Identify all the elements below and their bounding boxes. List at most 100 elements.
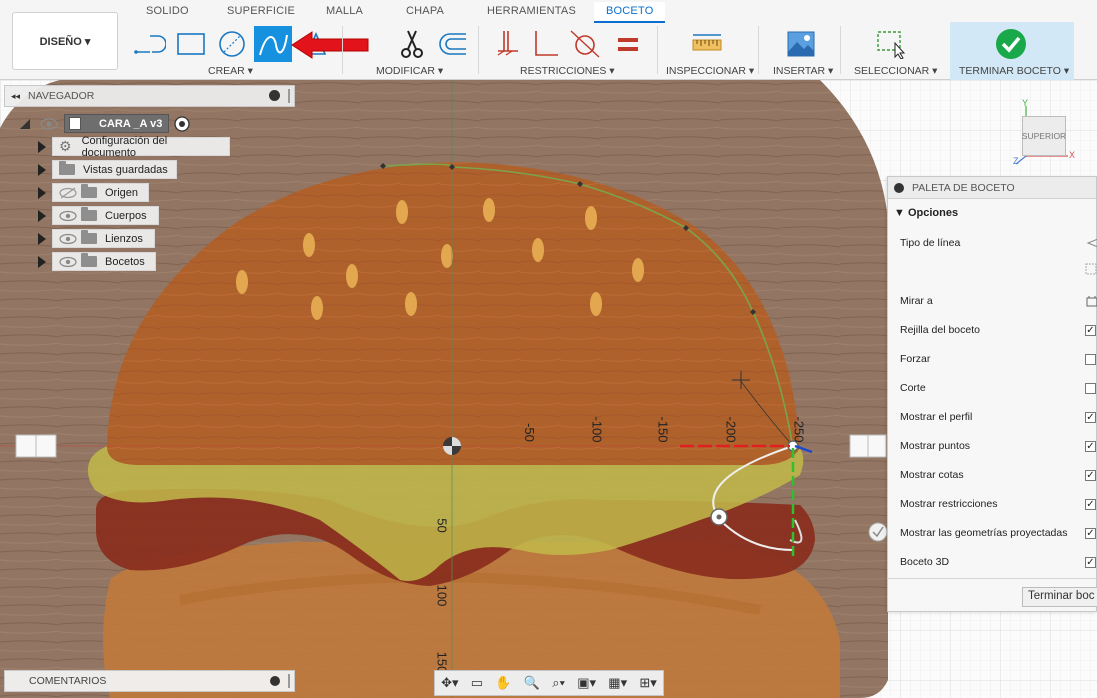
activate-radio-icon[interactable] (173, 115, 191, 133)
show-profile-checkbox[interactable]: ✓ (1085, 411, 1096, 423)
expand-triangle-icon[interactable] (38, 163, 46, 176)
sketch-palette[interactable]: PALETA DE BOCETO ▼ Opciones Tipo de líne… (887, 176, 1097, 612)
trim-tool[interactable] (392, 26, 430, 62)
tab-superficie[interactable]: SUPERFICIE (227, 5, 295, 17)
tab-herramientas[interactable]: HERRAMIENTAS (487, 5, 576, 17)
look-at-icon[interactable]: ▭ (471, 675, 483, 691)
finish-sketch-button[interactable] (992, 26, 1030, 62)
option-show-projected[interactable]: Mostrar las geometrías proyectadas ✓ (900, 523, 1097, 543)
coincident-constraint-tool[interactable] (490, 26, 528, 62)
palette-header[interactable]: PALETA DE BOCETO (888, 177, 1096, 199)
visibility-eye-icon[interactable] (59, 256, 77, 268)
pin-icon[interactable] (894, 182, 904, 193)
expand-triangle-icon[interactable] (38, 255, 46, 268)
group-inspect-label[interactable]: INSPECCIONAR ▾ (666, 65, 754, 77)
tab-malla[interactable]: MALLA (326, 5, 363, 17)
measure-tool[interactable] (688, 26, 726, 62)
collapse-triangle-icon[interactable] (18, 117, 32, 131)
option-slice[interactable]: Corte (900, 378, 1097, 398)
resize-handle[interactable] (288, 674, 290, 688)
pin-icon[interactable] (269, 90, 280, 101)
viewports-icon[interactable]: ⊞▾ (639, 675, 656, 691)
option-line-type[interactable]: Tipo de línea (900, 233, 1097, 253)
option-look-at[interactable]: Mirar a (900, 291, 1097, 311)
option-show-constraints[interactable]: Mostrar restricciones ✓ (900, 494, 1097, 514)
comments-panel[interactable]: COMENTARIOS (4, 670, 295, 692)
option-sketch-grid[interactable]: Rejilla del boceto ✓ (900, 320, 1097, 340)
tangent-constraint-tool[interactable] (566, 26, 604, 62)
visibility-eye-icon[interactable] (59, 233, 77, 245)
add-comment-icon[interactable] (270, 676, 280, 686)
group-constraints-label[interactable]: RESTRICCIONES ▾ (520, 65, 615, 77)
zoom-icon[interactable]: 🔍 (524, 675, 540, 691)
rectangle-tool[interactable] (172, 26, 210, 62)
slice-checkbox[interactable] (1085, 382, 1096, 394)
options-section-header[interactable]: ▼ Opciones (894, 207, 958, 219)
offset-tool[interactable] (432, 26, 470, 62)
group-finish-label[interactable]: TERMINAR BOCETO ▾ (959, 65, 1069, 77)
show-points-checkbox[interactable]: ✓ (1085, 440, 1096, 452)
component-root-label[interactable]: CARA _A v3 (64, 114, 170, 133)
look-at-icon[interactable] (1086, 295, 1097, 307)
grid-settings-icon[interactable]: ▦▾ (608, 675, 627, 691)
navigator-panel[interactable]: ◂◂ NAVEGADOR (4, 85, 295, 107)
show-projected-checkbox[interactable]: ✓ (1085, 527, 1096, 539)
tree-item-configuracion[interactable]: ⚙ Configuración del documento (38, 134, 230, 159)
view-cube-face[interactable]: SUPERIOR (1022, 116, 1066, 156)
centerline-icon[interactable] (1085, 263, 1097, 275)
display-settings-icon[interactable]: ▣▾ (577, 675, 596, 691)
zoom-window-icon[interactable]: ⌕▾ (552, 675, 565, 691)
show-constraints-checkbox[interactable]: ✓ (1085, 498, 1096, 510)
separator (840, 26, 841, 74)
visibility-eye-icon[interactable] (59, 210, 77, 222)
resize-handle[interactable] (288, 89, 290, 103)
visibility-eye-icon[interactable] (40, 117, 58, 131)
expand-triangle-icon[interactable] (38, 209, 46, 222)
tree-item-label: Configuración del documento (81, 134, 168, 159)
tab-boceto[interactable]: BOCETO (594, 2, 666, 23)
option-snap[interactable]: Forzar (900, 349, 1097, 369)
spline-tool[interactable] (254, 26, 292, 62)
3d-sketch-checkbox[interactable]: ✓ (1085, 556, 1096, 568)
finish-sketch-palette-button[interactable]: Terminar boc (1022, 587, 1097, 607)
workspace-design-button[interactable]: DISEÑO ▾ (12, 12, 118, 70)
collapse-triangle-icon: ▼ (894, 207, 905, 219)
tree-item-origen[interactable]: Origen (38, 183, 149, 202)
show-dimensions-checkbox[interactable]: ✓ (1085, 469, 1096, 481)
option-3d-sketch[interactable]: Boceto 3D ✓ (900, 552, 1097, 572)
option-show-dimensions[interactable]: Mostrar cotas ✓ (900, 465, 1097, 485)
hidden-eye-icon[interactable] (59, 187, 77, 199)
group-select-label[interactable]: SELECCIONAR ▾ (854, 65, 937, 77)
sketch-grid-checkbox[interactable]: ✓ (1085, 324, 1096, 336)
perpendicular-constraint-tool[interactable] (526, 26, 564, 62)
arc-line-tool[interactable] (131, 26, 169, 62)
navigation-bar: ✥▾ ▭ ✋ 🔍 ⌕▾ ▣▾ ▦▾ ⊞▾ (434, 670, 664, 696)
tree-item-vistas[interactable]: Vistas guardadas (38, 160, 177, 179)
tab-chapa[interactable]: CHAPA (406, 5, 444, 17)
tree-root[interactable]: CARA _A v3 (18, 114, 191, 133)
collapse-panel-icon[interactable]: ◂◂ (11, 91, 20, 102)
construction-line-icon[interactable] (1086, 237, 1097, 249)
tree-item-lienzos[interactable]: Lienzos (38, 229, 155, 248)
circle-tool[interactable] (213, 26, 251, 62)
pan-hand-icon[interactable]: ✋ (495, 675, 511, 691)
expand-triangle-icon[interactable] (38, 186, 46, 199)
tree-item-bocetos[interactable]: Bocetos (38, 252, 156, 271)
view-cube[interactable]: SUPERIOR Y Z X (1010, 98, 1090, 170)
expand-triangle-icon[interactable] (38, 232, 46, 245)
equal-constraint-tool[interactable] (609, 26, 647, 62)
group-insert-label[interactable]: INSERTAR ▾ (773, 65, 833, 77)
orbit-icon[interactable]: ✥▾ (441, 675, 458, 691)
separator (758, 26, 759, 74)
expand-triangle-icon[interactable] (38, 140, 46, 153)
tree-item-cuerpos[interactable]: Cuerpos (38, 206, 159, 225)
tangent-icon (570, 30, 600, 58)
option-show-points[interactable]: Mostrar puntos ✓ (900, 436, 1097, 456)
tab-solido[interactable]: SOLIDO (146, 5, 189, 17)
snap-checkbox[interactable] (1085, 353, 1096, 365)
insert-image-tool[interactable] (782, 26, 820, 62)
select-tool[interactable] (872, 26, 910, 62)
group-create-label[interactable]: CREAR ▾ (208, 65, 253, 77)
group-modify-label[interactable]: MODIFICAR ▾ (376, 65, 443, 77)
option-show-profile[interactable]: Mostrar el perfil ✓ (900, 407, 1097, 427)
